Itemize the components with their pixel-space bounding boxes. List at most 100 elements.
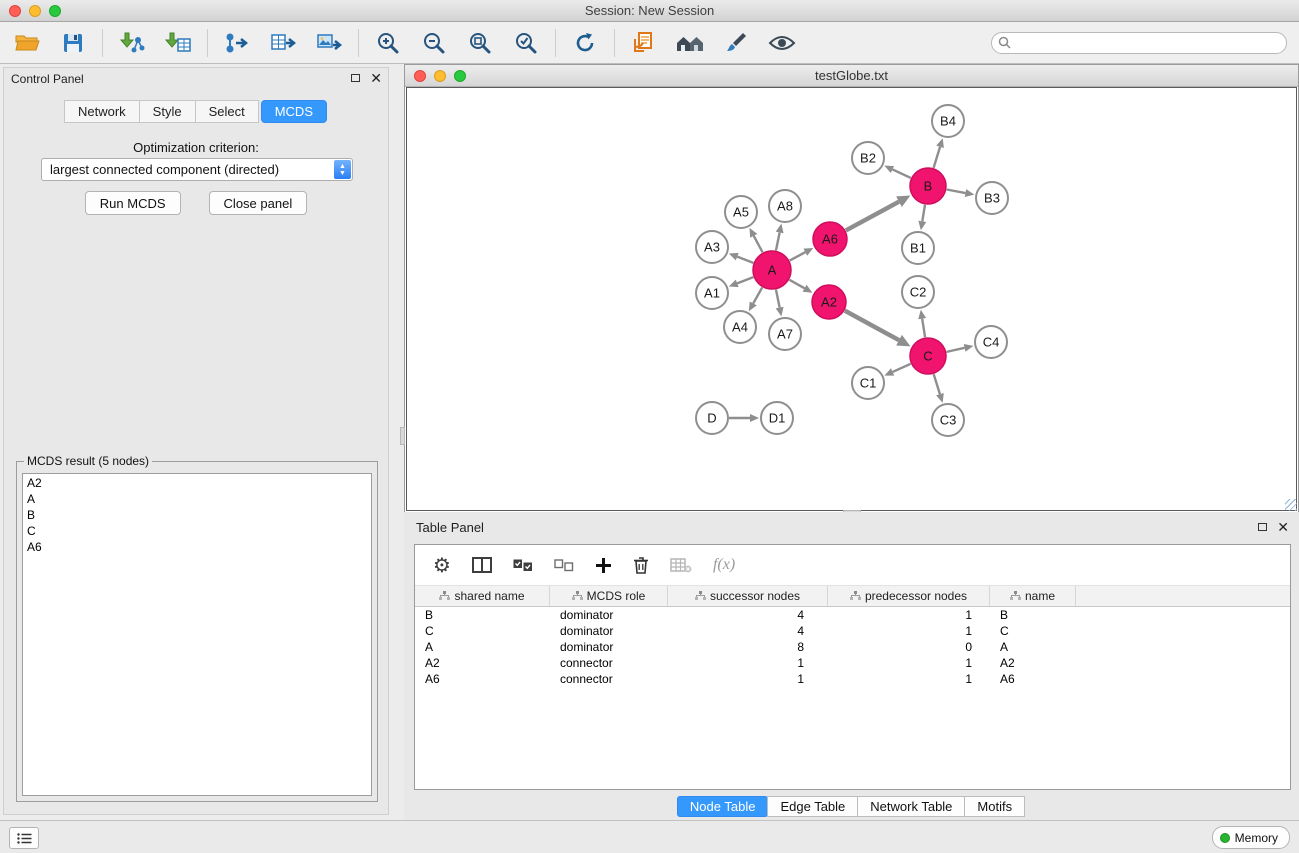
run-mcds-button[interactable]: Run MCDS [85,191,181,215]
graph-edge-arrowhead [729,280,739,287]
column-header-label: name [1025,589,1055,603]
graph-edge-A-A8[interactable] [776,232,780,250]
mcds-result-item[interactable]: A [23,491,371,507]
graph-node-label: B [924,179,933,194]
graph-edge-B-B3[interactable] [947,190,966,194]
graph-node-label: A1 [704,286,720,301]
tab-edge-table[interactable]: Edge Table [767,796,858,817]
refresh-icon[interactable] [570,28,600,58]
close-panel-icon[interactable]: ✕ [1277,521,1289,533]
graph-edge-B-B2[interactable] [892,169,910,178]
close-panel-icon[interactable]: ✕ [370,72,382,84]
mcds-result-item[interactable]: B [23,507,371,523]
mcds-result-item[interactable]: A2 [23,475,371,491]
zoom-selected-icon[interactable] [511,28,541,58]
create-column-icon[interactable] [595,557,612,574]
graph-node-label: A5 [733,205,749,220]
task-history-button[interactable] [9,827,39,849]
float-panel-icon[interactable] [351,74,360,82]
delete-table-icon[interactable] [670,558,692,573]
column-sort-icon[interactable] [1010,589,1021,603]
column-header-label: predecessor nodes [865,589,967,603]
delete-column-icon[interactable] [633,556,649,574]
export-image-icon[interactable] [314,28,344,58]
brush-icon[interactable] [721,28,751,58]
table-settings-gear-icon[interactable]: ⚙ [433,555,451,575]
tab-motifs[interactable]: Motifs [964,796,1025,817]
graph-edge-C-C3[interactable] [934,374,940,394]
mcds-result-item[interactable]: C [23,523,371,539]
import-network-icon[interactable] [117,28,147,58]
column-sort-icon[interactable] [572,589,583,603]
graph-edge-A-A5[interactable] [754,236,763,253]
zoom-fit-icon[interactable] [465,28,495,58]
zoom-in-icon[interactable] [373,28,403,58]
graph-edge-A2-C[interactable] [845,311,899,341]
table-row[interactable]: A6connector11A6 [415,671,1290,687]
criterion-selected-value: largest connected component (directed) [50,159,279,180]
graph-edge-A6-B[interactable] [846,202,899,231]
graph-edge-C-C2[interactable] [922,319,925,338]
splitter-handle-vertical[interactable] [400,427,405,445]
table-row[interactable]: Cdominator41C [415,623,1290,639]
column-header-predecessor-nodes[interactable]: predecessor nodes [828,586,990,606]
graph-edge-B-B1[interactable] [922,205,925,222]
resize-grip[interactable] [1285,499,1297,511]
graph-edge-A-A2[interactable] [789,280,804,289]
tab-network[interactable]: Network [64,100,140,123]
graph-edge-A-A4[interactable] [753,287,762,303]
deselect-all-columns-icon[interactable] [554,559,574,572]
tab-node-table[interactable]: Node Table [677,796,769,817]
graph-edge-A-A6[interactable] [790,252,806,260]
export-table-icon[interactable] [268,28,298,58]
table-cell: A2 [990,655,1076,671]
column-header-mcds-role[interactable]: MCDS role [550,586,668,606]
zoom-out-icon[interactable] [419,28,449,58]
table-row[interactable]: Bdominator41B [415,607,1290,623]
close-panel-button[interactable]: Close panel [209,191,308,215]
graph-node-label: B2 [860,151,876,166]
select-all-columns-icon[interactable] [513,559,533,572]
tab-network-table[interactable]: Network Table [857,796,965,817]
table-body: Bdominator41BCdominator41CAdominator80AA… [415,607,1290,687]
mcds-result-item[interactable]: A6 [23,539,371,555]
tab-style[interactable]: Style [139,100,196,123]
export-network-icon[interactable] [222,28,252,58]
graph-edge-A-A3[interactable] [737,257,753,263]
criterion-dropdown[interactable]: largest connected component (directed) ▲… [41,158,353,181]
column-sort-icon[interactable] [439,589,450,603]
graph-edge-C-C1[interactable] [893,364,911,372]
tab-select[interactable]: Select [195,100,259,123]
float-panel-icon[interactable] [1258,523,1267,531]
home-icon[interactable] [675,28,705,58]
graph-node-label: C3 [940,413,957,428]
graph-edge-A-A1[interactable] [737,277,753,283]
graph-edge-B-B4[interactable] [934,147,940,168]
import-table-icon[interactable] [163,28,193,58]
memory-button[interactable]: Memory [1212,826,1290,849]
table-cell: 4 [668,623,828,639]
documents-icon[interactable] [629,28,659,58]
table-panel-title: Table Panel [416,520,484,535]
table-row[interactable]: Adominator80A [415,639,1290,655]
save-icon[interactable] [58,28,88,58]
column-sort-icon[interactable] [695,589,706,603]
mcds-result-list[interactable]: A2ABCA6 [22,473,372,796]
graph-edge-arrowhead [936,393,944,403]
network-canvas[interactable]: AA1A2A3A4A5A6A7A8BB1B2B3B4CC1C2C3C4DD1 [406,87,1297,511]
search-input[interactable] [991,32,1287,54]
show-columns-icon[interactable] [472,557,492,573]
column-sort-icon[interactable] [850,589,861,603]
graph-edge-C-C4[interactable] [947,348,965,352]
function-builder-icon[interactable]: f(x) [713,556,735,574]
column-header-shared-name[interactable]: shared name [415,586,550,606]
graph-edge-arrowhead [729,253,739,260]
network-window-titlebar[interactable]: testGlobe.txt [405,65,1298,87]
column-header-name[interactable]: name [990,586,1076,606]
eye-icon[interactable] [767,28,797,58]
column-header-successor-nodes[interactable]: successor nodes [668,586,828,606]
graph-edge-A-A7[interactable] [776,290,780,308]
open-folder-icon[interactable] [12,28,42,58]
tab-mcds[interactable]: MCDS [261,100,327,123]
table-row[interactable]: A2connector11A2 [415,655,1290,671]
